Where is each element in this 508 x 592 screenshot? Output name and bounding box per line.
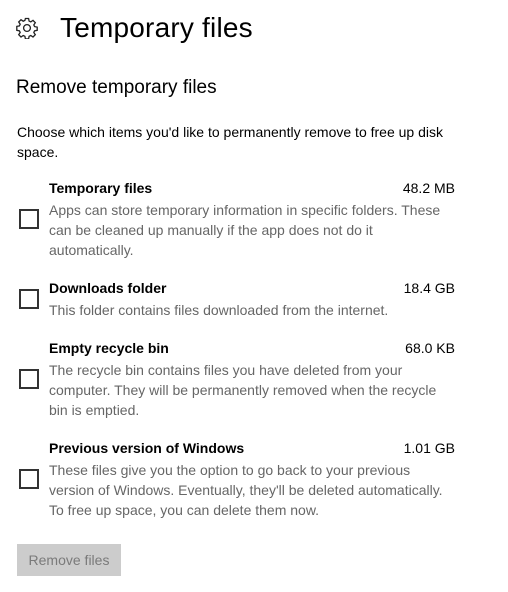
item-size: 18.4 GB — [403, 280, 455, 296]
item-body: Downloads folder 18.4 GB This folder con… — [49, 280, 455, 320]
item-description: Apps can store temporary information in … — [49, 202, 441, 258]
temporary-files-page: Temporary files Remove temporary files C… — [0, 0, 508, 592]
item-header: Previous version of Windows 1.01 GB — [49, 440, 455, 460]
item-body: Empty recycle bin 68.0 KB The recycle bi… — [49, 340, 455, 420]
section-description: Choose which items you'd like to permane… — [17, 124, 443, 160]
list-item-temporary-files: Temporary files 48.2 MB Apps can store t… — [17, 180, 457, 262]
item-name: Downloads folder — [49, 280, 167, 296]
item-body: Previous version of Windows 1.01 GB Thes… — [49, 440, 455, 520]
item-description: The recycle bin contains files you have … — [49, 362, 437, 418]
item-name: Temporary files — [49, 180, 153, 196]
item-header: Temporary files 48.2 MB — [49, 180, 455, 200]
checkbox-temporary-files[interactable] — [19, 209, 39, 229]
item-header: Downloads folder 18.4 GB — [49, 280, 455, 300]
item-name: Previous version of Windows — [49, 440, 245, 456]
checkbox-downloads-folder[interactable] — [19, 289, 39, 309]
checkbox-previous-windows[interactable] — [19, 469, 39, 489]
list-item-empty-recycle-bin: Empty recycle bin 68.0 KB The recycle bi… — [17, 340, 457, 422]
item-size: 1.01 GB — [403, 440, 455, 456]
page-header: Temporary files — [16, 8, 253, 48]
item-name: Empty recycle bin — [49, 340, 169, 356]
item-description: These files give you the option to go ba… — [49, 462, 443, 518]
list-item-previous-windows: Previous version of Windows 1.01 GB Thes… — [17, 440, 457, 522]
item-header: Empty recycle bin 68.0 KB — [49, 340, 455, 360]
item-body: Temporary files 48.2 MB Apps can store t… — [49, 180, 455, 260]
item-size: 48.2 MB — [402, 180, 455, 196]
section-title: Remove temporary files — [16, 77, 217, 98]
checkbox-empty-recycle-bin[interactable] — [19, 369, 39, 389]
item-description: This folder contains files downloaded fr… — [49, 302, 389, 318]
page-title: Temporary files — [60, 12, 253, 43]
gear-icon — [16, 17, 38, 39]
item-size: 68.0 KB — [405, 340, 455, 356]
list-item-downloads-folder: Downloads folder 18.4 GB This folder con… — [17, 280, 457, 322]
remove-files-button[interactable]: Remove files — [17, 544, 121, 576]
